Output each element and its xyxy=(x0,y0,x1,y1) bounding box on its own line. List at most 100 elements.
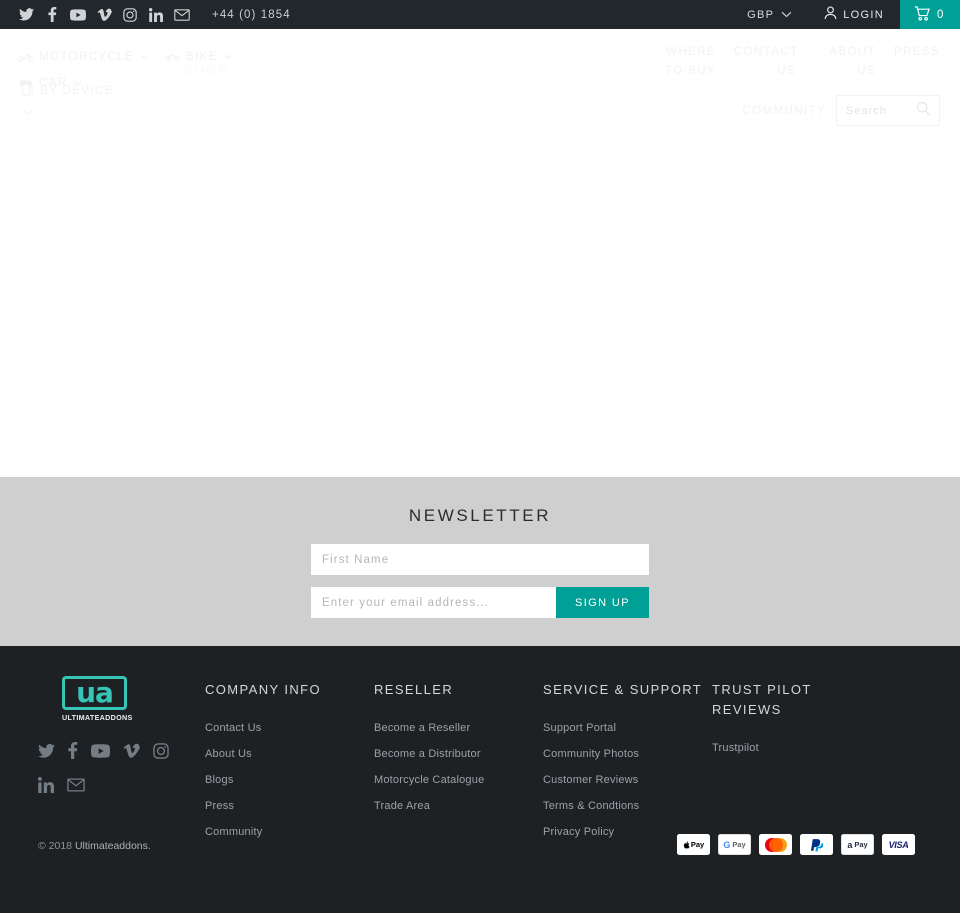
footer-link-customer-reviews[interactable]: Customer Reviews xyxy=(543,774,639,786)
sign-up-button[interactable]: SIGN UP xyxy=(556,587,649,618)
search-icon[interactable] xyxy=(916,101,931,121)
facebook-icon[interactable] xyxy=(68,742,78,759)
footer-link-blogs[interactable]: Blogs xyxy=(205,774,234,786)
chevron-down-icon xyxy=(224,51,233,63)
footer-link-motorcycle-catalogue[interactable]: Motorcycle Catalogue xyxy=(374,774,484,786)
footer-social-row-2 xyxy=(38,777,168,793)
footer-link-press[interactable]: Press xyxy=(205,800,234,812)
nav-link-press[interactable]: PRESS xyxy=(894,43,940,62)
footer-link-become-a-reseller[interactable]: Become a Reseller xyxy=(374,722,470,734)
newsletter-form: SIGN UP xyxy=(311,544,649,618)
search-input[interactable] xyxy=(846,104,914,117)
footer-link-list: Contact Us About Us Blogs Press Communit… xyxy=(205,718,365,840)
youtube-icon[interactable] xyxy=(91,743,110,758)
nav-item-motorcycle-label: MOTORCYCLE xyxy=(39,51,134,63)
payment-methods: Pay G Pay a Pay VISA xyxy=(677,834,915,855)
list-item: Community Photos xyxy=(543,744,703,762)
top-bar-right: GBP LOGIN 0 xyxy=(731,0,960,29)
linkedin-icon[interactable] xyxy=(38,777,54,793)
email-icon[interactable] xyxy=(174,7,190,23)
footer-link-trade-area[interactable]: Trade Area xyxy=(374,800,430,812)
youtube-icon[interactable] xyxy=(70,7,86,23)
secondary-nav-row-2: COMMUNITY xyxy=(620,95,940,126)
email-input[interactable] xyxy=(311,587,556,618)
device-icon xyxy=(22,83,33,99)
logo-wordmark: ULTIMATEADDONS xyxy=(62,713,133,722)
list-item: Support Portal xyxy=(543,718,703,736)
logo-mark-text: ua xyxy=(76,676,114,709)
page-content-area xyxy=(0,134,960,477)
facebook-icon[interactable] xyxy=(44,7,60,23)
footer-column-company-info: COMPANY INFO Contact Us About Us Blogs P… xyxy=(205,680,365,848)
twitter-icon[interactable] xyxy=(18,7,34,23)
footer-link-become-a-distributor[interactable]: Become a Distributor xyxy=(374,748,481,760)
footer-link-support-portal[interactable]: Support Portal xyxy=(543,722,616,734)
currency-selector[interactable]: GBP xyxy=(731,9,808,21)
footer-social-row-1 xyxy=(38,742,169,759)
footer-column-title: TRUST PILOT REVIEWS xyxy=(712,682,812,717)
vimeo-icon[interactable] xyxy=(123,743,140,758)
footer-column-title: COMPANY INFO xyxy=(205,682,321,697)
list-item: Terms & Condtions xyxy=(543,796,703,814)
linkedin-icon[interactable] xyxy=(148,7,164,23)
logo-mark: ua xyxy=(62,676,127,710)
login-button[interactable]: LOGIN xyxy=(808,6,900,23)
newsletter-email-row: SIGN UP xyxy=(311,587,649,618)
twitter-icon[interactable] xyxy=(38,743,55,758)
secondary-nav: WHERE TO BUY CONTACT US ABOUT US PRESS C… xyxy=(620,43,940,126)
list-item: Press xyxy=(205,796,365,814)
vimeo-icon[interactable] xyxy=(96,7,112,23)
list-item: Become a Distributor xyxy=(374,744,534,762)
apple-pay-icon: Pay xyxy=(677,834,710,855)
footer-link-list: Become a Reseller Become a Distributor M… xyxy=(374,718,534,814)
nav-item-motorcycle[interactable]: MOTORCYCLE xyxy=(18,44,149,70)
nav-item-bike[interactable]: BIKE xyxy=(165,44,233,70)
footer-link-contact-us[interactable]: Contact Us xyxy=(205,722,261,734)
footer-link-community[interactable]: Community xyxy=(205,826,262,838)
google-pay-icon: G Pay xyxy=(718,834,751,855)
nav-link-about-us[interactable]: ABOUT US xyxy=(814,43,876,81)
list-item: Community xyxy=(205,822,365,840)
cart-icon xyxy=(914,5,930,24)
footer-link-list: Trustpilot xyxy=(712,738,812,756)
nav-item-by-device[interactable]: BY DEVICE xyxy=(22,83,114,99)
footer-column-title: SERVICE & SUPPORT xyxy=(543,682,703,697)
footer-column-trustpilot: TRUST PILOT REVIEWS Trustpilot xyxy=(712,680,812,764)
footer-link-list: Support Portal Community Photos Customer… xyxy=(543,718,703,840)
footer-link-trustpilot[interactable]: Trustpilot xyxy=(712,742,759,754)
mastercard-icon xyxy=(759,834,792,855)
paypal-icon xyxy=(800,834,833,855)
list-item: Become a Reseller xyxy=(374,718,534,736)
chevron-down-icon xyxy=(140,51,149,63)
copyright-year: © 2018 xyxy=(38,840,73,852)
phone-number[interactable]: +44 (0) 1854 xyxy=(212,9,291,21)
instagram-icon[interactable] xyxy=(153,742,169,759)
nav-link-where-to-buy[interactable]: WHERE TO BUY xyxy=(654,43,716,81)
nav-link-community[interactable]: COMMUNITY xyxy=(742,105,826,117)
search-box[interactable] xyxy=(836,95,940,126)
list-item: Contact Us xyxy=(205,718,365,736)
footer-logo[interactable]: ua ULTIMATEADDONS xyxy=(62,676,133,722)
footer-link-privacy-policy[interactable]: Privacy Policy xyxy=(543,826,614,838)
motorcycle-icon xyxy=(18,52,33,62)
list-item: Motorcycle Catalogue xyxy=(374,770,534,788)
email-icon[interactable] xyxy=(67,778,85,792)
apple-pay-label: Pay xyxy=(690,840,705,849)
list-item: Trade Area xyxy=(374,796,534,814)
amazon-pay-label: Pay xyxy=(854,840,868,849)
copyright-brand-link[interactable]: Ultimateaddons. xyxy=(75,840,151,852)
list-item: About Us xyxy=(205,744,365,762)
first-name-input[interactable] xyxy=(311,544,649,575)
by-device-chevron-down-icon[interactable] xyxy=(22,103,33,121)
login-label: LOGIN xyxy=(843,8,884,21)
nav-link-contact-us[interactable]: CONTACT US xyxy=(734,43,797,81)
footer-link-about-us[interactable]: About Us xyxy=(205,748,252,760)
footer-link-terms-conditions[interactable]: Terms & Condtions xyxy=(543,800,639,812)
cart-button[interactable]: 0 xyxy=(900,0,960,29)
top-bar: +44 (0) 1854 GBP LOGIN 0 xyxy=(0,0,960,29)
instagram-icon[interactable] xyxy=(122,7,138,23)
list-item: Blogs xyxy=(205,770,365,788)
visa-icon: VISA xyxy=(882,834,915,855)
footer-link-community-photos[interactable]: Community Photos xyxy=(543,748,639,760)
footer-column-title: RESELLER xyxy=(374,682,454,697)
